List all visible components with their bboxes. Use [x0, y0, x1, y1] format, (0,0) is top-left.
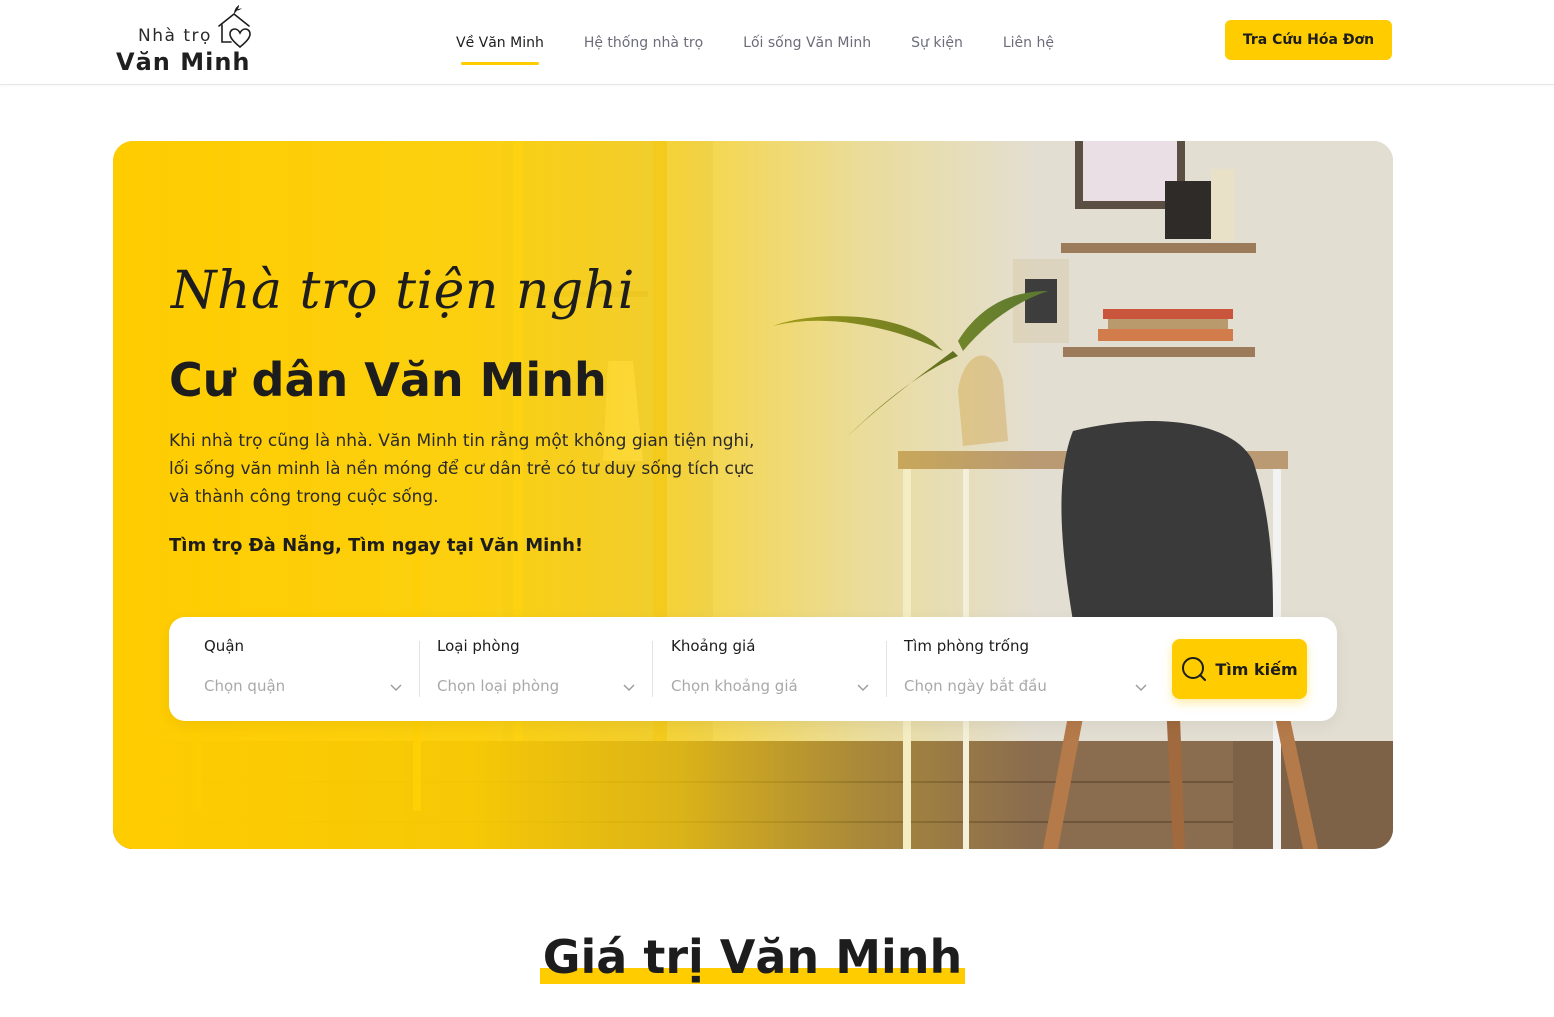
chevron-down-icon: [1135, 684, 1147, 691]
hero-description: Khi nhà trọ cũng là nhà. Văn Minh tin rằ…: [169, 431, 755, 507]
hero-title: Cư dân Văn Minh: [169, 353, 607, 407]
logo-line-1: Nhà trọ: [138, 26, 212, 46]
house-heart-icon: [218, 5, 251, 48]
room-search-panel: Quận Chọn quận Loại phòng Chọn loại phòn…: [169, 617, 1337, 721]
start-date-select[interactable]: Tìm phòng trống Chọn ngày bắt đầu: [869, 617, 1147, 721]
chevron-down-icon: [857, 684, 869, 691]
hero-banner: Nhà trọ tiện nghi Cư dân Văn Minh Khi nh…: [113, 141, 1393, 849]
logo-line-2: Văn Minh: [116, 48, 251, 76]
district-placeholder: Chọn quận: [204, 677, 286, 695]
room-type-label: Loại phòng: [437, 637, 520, 655]
nav-item-ve-van-minh[interactable]: Về Văn Minh: [456, 0, 544, 85]
district-label: Quận: [204, 637, 245, 655]
price-range-placeholder: Chọn khoảng giá: [671, 677, 798, 695]
main-nav: Về Văn Minh Hệ thống nhà trọ Lối sống Vă…: [456, 0, 1094, 85]
price-range-label: Khoảng giá: [671, 637, 756, 655]
logo[interactable]: Nhà trọ Văn Minh: [116, 4, 266, 80]
invoice-lookup-button[interactable]: Tra Cứu Hóa Đơn: [1225, 20, 1392, 60]
search-button-label: Tìm kiếm: [1215, 659, 1298, 679]
nav-item-loi-song-van-minh[interactable]: Lối sống Văn Minh: [743, 0, 871, 85]
room-type-placeholder: Chọn loại phòng: [437, 677, 560, 695]
start-date-label: Tìm phòng trống: [904, 637, 1029, 655]
nav-item-lien-he[interactable]: Liên hệ: [1003, 0, 1054, 85]
hero-tagline: Tìm trọ Đà Nẵng, Tìm ngay tại Văn Minh!: [169, 535, 584, 556]
search-icon: [1182, 657, 1207, 681]
site-header: Nhà trọ Văn Minh Về Văn Minh Hệ thống nh…: [0, 0, 1554, 85]
nav-item-su-kien[interactable]: Sự kiện: [911, 0, 963, 85]
section-title: Giá trị Văn Minh: [542, 930, 963, 984]
start-date-placeholder: Chọn ngày bắt đầu: [904, 677, 1047, 695]
nav-item-he-thong-nha-tro[interactable]: Hệ thống nhà trọ: [584, 0, 703, 85]
price-range-select[interactable]: Khoảng giá Chọn khoảng giá: [636, 617, 887, 721]
hero-script-title: Nhà trọ tiện nghi: [171, 261, 635, 321]
district-select[interactable]: Quận Chọn quận: [169, 617, 420, 721]
search-button[interactable]: Tìm kiếm: [1172, 639, 1307, 699]
values-section-heading: Giá trị Văn Minh: [540, 930, 965, 990]
chevron-down-icon: [390, 684, 402, 691]
room-type-select[interactable]: Loại phòng Chọn loại phòng: [402, 617, 653, 721]
chevron-down-icon: [623, 684, 635, 691]
